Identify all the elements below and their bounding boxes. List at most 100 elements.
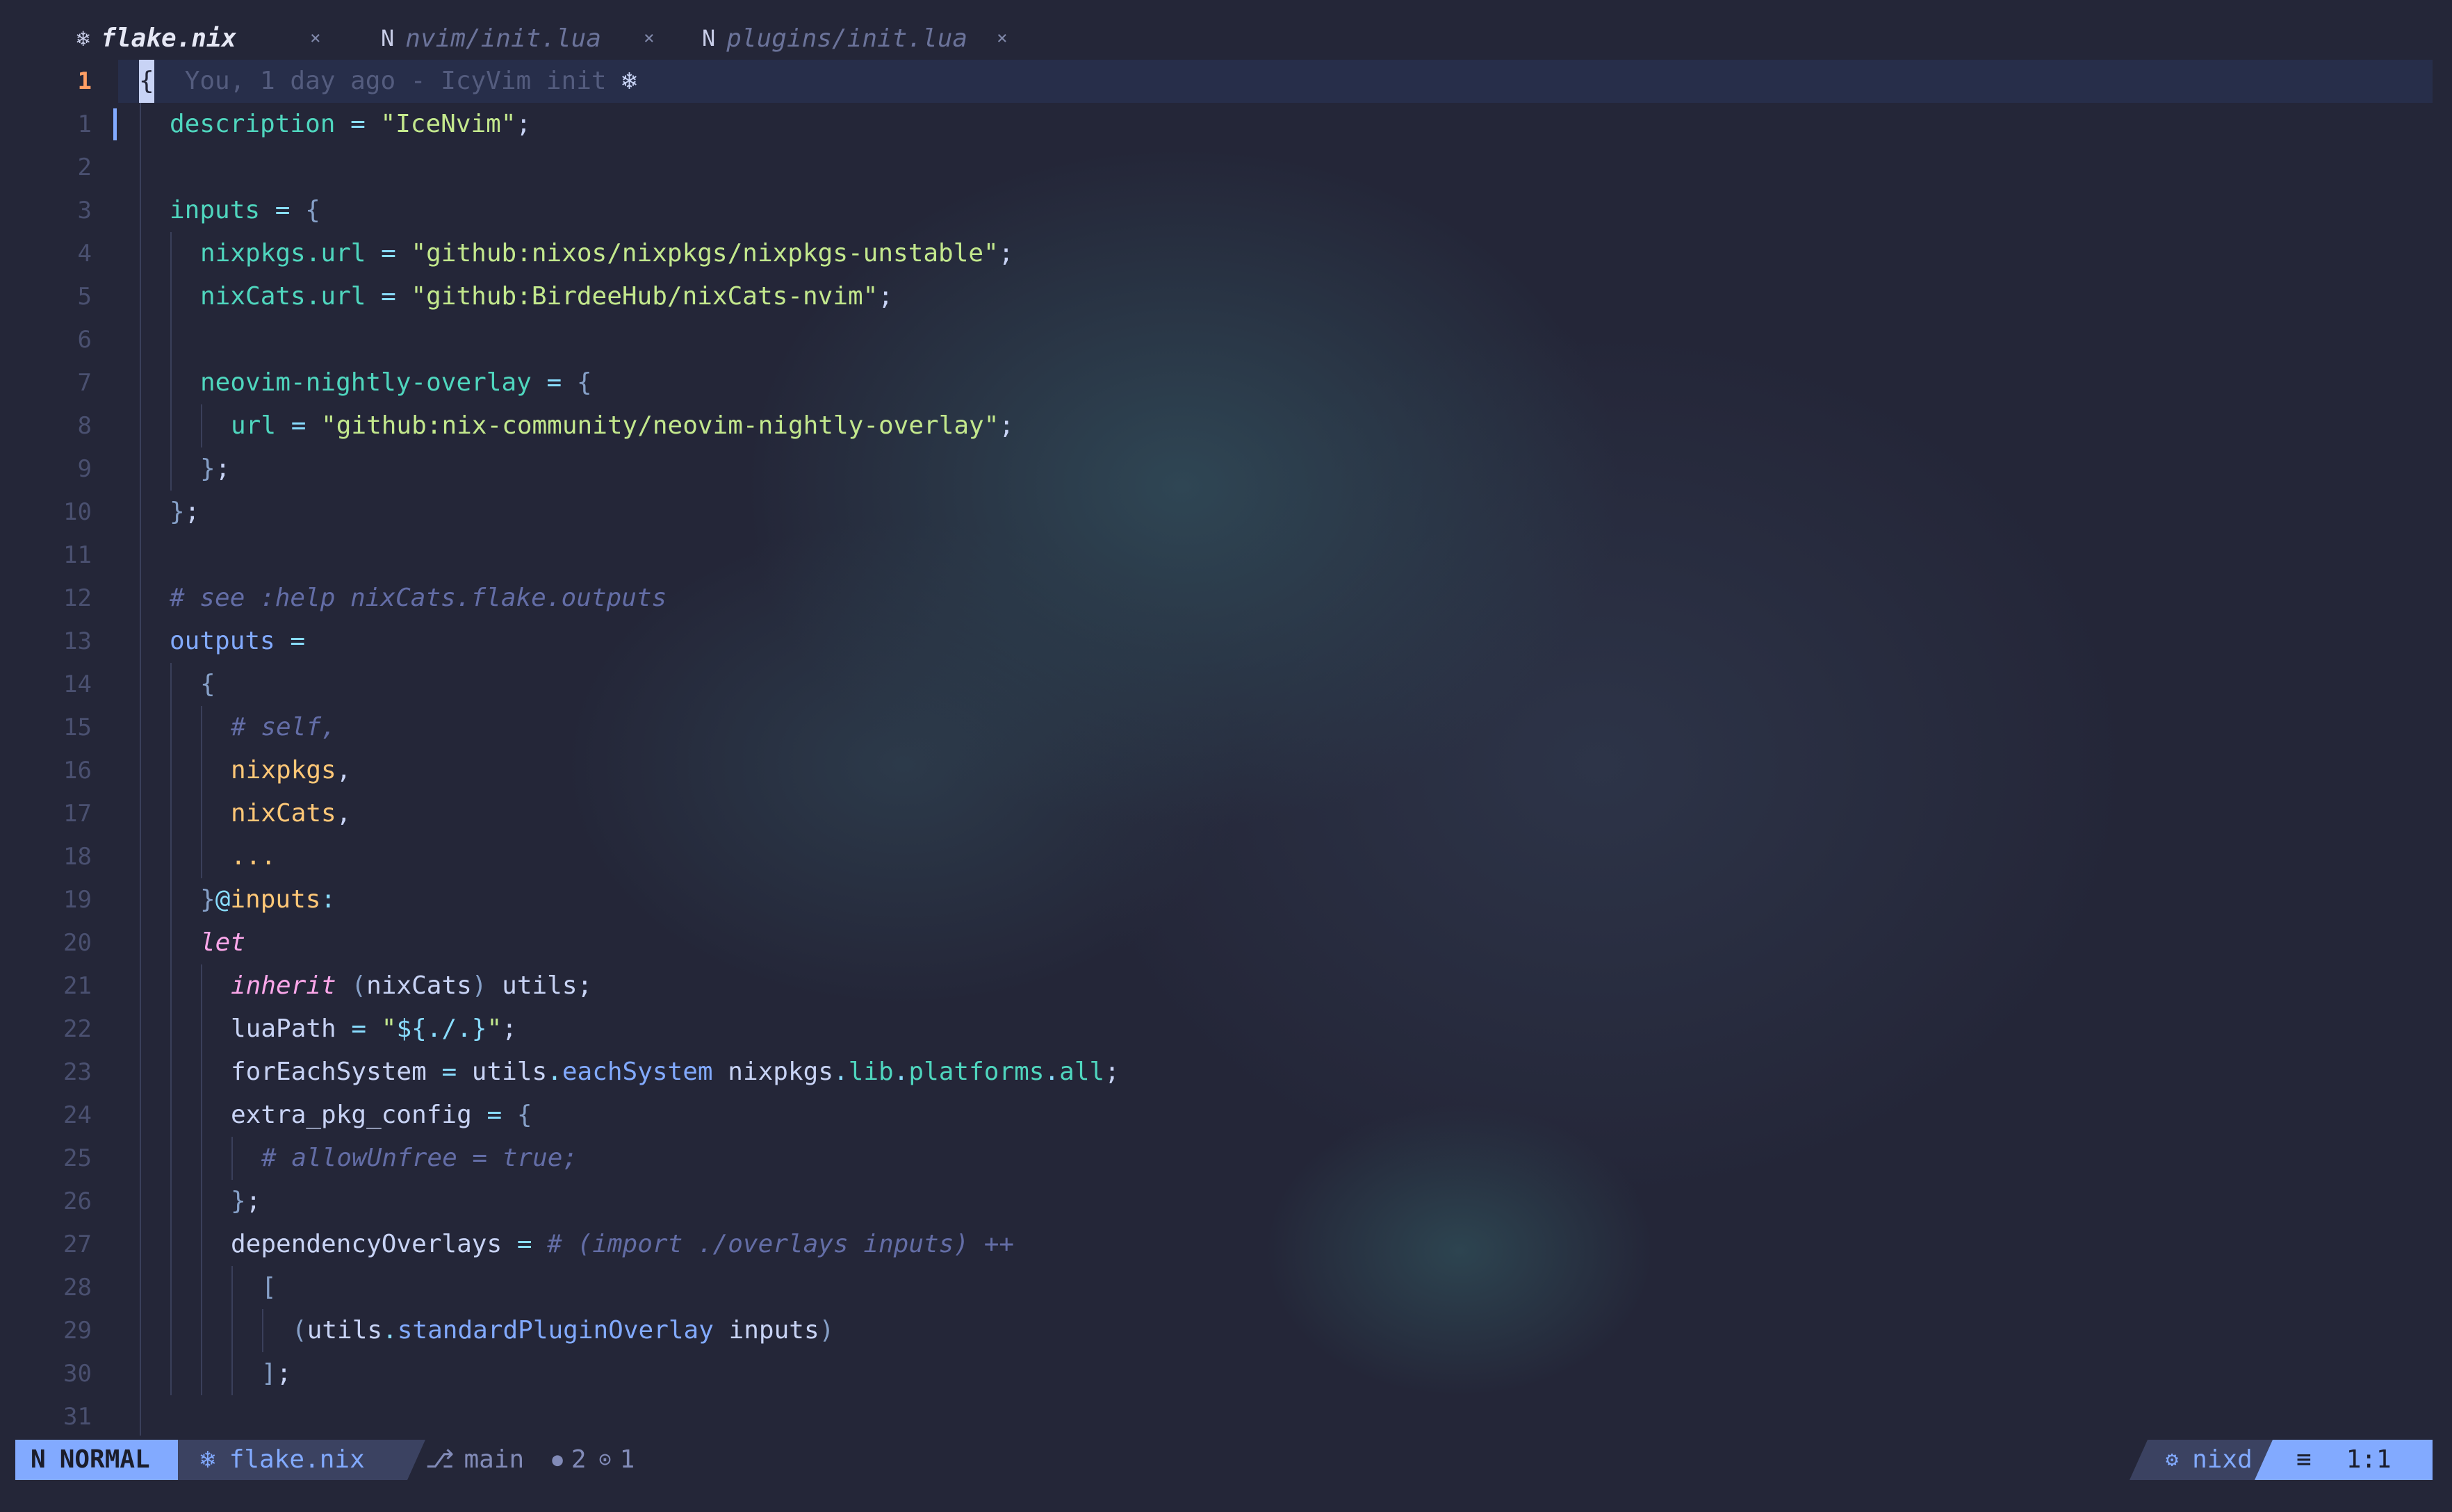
close-icon[interactable]: × — [644, 28, 655, 49]
code-text: ]; — [261, 1352, 291, 1395]
close-icon[interactable]: × — [310, 28, 321, 49]
code-line[interactable]: 3 inputs = { — [0, 189, 2452, 232]
line-number: 3 — [77, 197, 92, 224]
code-token: nixpkgs.url — [200, 239, 366, 268]
code-line[interactable]: 20 let — [0, 921, 2452, 964]
line-number: 8 — [77, 412, 92, 440]
code-line[interactable]: 12 # see :help nixCats.flake.outputs — [0, 577, 2452, 620]
code-line[interactable]: 17 nixCats, — [0, 792, 2452, 835]
code-line[interactable]: 24 extra_pkg_config = { — [0, 1094, 2452, 1137]
line-number: 2 — [77, 154, 92, 181]
code-line[interactable]: 26}; — [0, 1180, 2452, 1223]
code-text: # see :help nixCats.flake.outputs — [170, 577, 667, 620]
code-token: = — [366, 282, 411, 311]
code-text: }; — [170, 491, 199, 534]
code-line[interactable]: 16 nixpkgs, — [0, 749, 2452, 792]
tab-flake-nix[interactable]: ❄ flake.nix × — [76, 15, 321, 61]
code-line[interactable]: 30]; — [0, 1352, 2452, 1395]
code-line[interactable]: 15 # self, — [0, 706, 2452, 749]
code-line[interactable]: 8 url = "github:nix-community/neovim-nigh… — [0, 404, 2452, 447]
code-token: ) — [819, 1316, 835, 1345]
code-token: utils — [487, 971, 578, 1000]
lsp-icon: ⚙ — [2166, 1447, 2179, 1472]
code-line[interactable]: 13 outputs = — [0, 620, 2452, 663]
statusline-lsp: ⚙ nixd — [2130, 1440, 2273, 1480]
code-buffer[interactable]: 1 {You, 1 day ago - IcyVim init ❄ 1 descript… — [0, 60, 2452, 1436]
code-token: } — [170, 498, 185, 526]
code-token: . — [547, 1058, 562, 1086]
line-number: 30 — [63, 1360, 92, 1388]
line-number: 19 — [63, 886, 92, 914]
code-token: lib — [848, 1058, 894, 1086]
code-line[interactable]: 14 { — [0, 663, 2452, 706]
line-number: 15 — [63, 714, 92, 741]
code-token: ; — [998, 239, 1014, 268]
code-token: # (import ./overlays inputs) ++ — [547, 1230, 1015, 1258]
code-token: let — [200, 928, 246, 957]
line-number: 21 — [63, 972, 92, 1000]
line-number: 28 — [63, 1274, 92, 1301]
code-line[interactable]: 25 # allowUnfree = true; — [0, 1137, 2452, 1180]
neovim-icon: N — [31, 1445, 46, 1474]
code-text: nixpkgs, — [231, 749, 351, 792]
tab-plugins-init-lua[interactable]: N plugins/init.lua × — [702, 15, 1008, 61]
code-token: neovim-nightly-overlay — [200, 368, 532, 397]
code-line[interactable]: 6 — [0, 318, 2452, 361]
code-token: nixCats — [231, 799, 336, 828]
line-number: 16 — [63, 757, 92, 784]
snowflake-icon: ❄ — [200, 1445, 215, 1474]
code-token: = — [275, 627, 306, 655]
code-line[interactable]: 19}@inputs: — [0, 878, 2452, 921]
code-line[interactable]: 18... — [0, 835, 2452, 878]
code-token: all — [1059, 1058, 1105, 1086]
code-token: # allowUnfree = true; — [261, 1144, 578, 1172]
code-line[interactable]: 5 nixCats.url = "github:BirdeeHub/nixCats… — [0, 275, 2452, 318]
line-number: 29 — [63, 1317, 92, 1345]
code-line[interactable]: 10}; — [0, 491, 2452, 534]
line-number: 23 — [63, 1058, 92, 1086]
code-token: standardPluginOverlay — [397, 1316, 714, 1345]
code-token: . — [382, 1316, 398, 1345]
code-token: ; — [276, 1359, 292, 1388]
code-token: = — [426, 1058, 472, 1086]
line-number: 31 — [63, 1403, 92, 1431]
code-line[interactable]: 7 neovim-nightly-overlay = { — [0, 361, 2452, 404]
code-line[interactable]: 11 — [0, 534, 2452, 577]
code-line[interactable]: 21 inherit (nixCats) utils; — [0, 964, 2452, 1008]
line-number: 11 — [63, 541, 92, 569]
code-line[interactable]: 28 [ — [0, 1266, 2452, 1309]
indent-guide — [231, 1266, 233, 1395]
close-icon[interactable]: × — [997, 28, 1008, 49]
code-line[interactable]: 2 — [0, 146, 2452, 189]
code-token: ; — [502, 1014, 517, 1043]
code-token: . — [1044, 1058, 1060, 1086]
hint-icon: ● — [552, 1449, 563, 1470]
code-text: let — [200, 921, 245, 964]
code-line[interactable]: 27 dependencyOverlays = # (import ./overl… — [0, 1223, 2452, 1266]
code-line[interactable]: 23 forEachSystem = utils.eachSystem nixpk… — [0, 1051, 2452, 1094]
code-token: inherit — [231, 971, 336, 1000]
code-line[interactable]: 9}; — [0, 447, 2452, 491]
code-line[interactable]: 29 (utils.standardPluginOverlay inputs) — [0, 1309, 2452, 1352]
code-token: ; — [245, 1187, 261, 1215]
code-text: dependencyOverlays = # (import ./overlay… — [231, 1223, 1014, 1266]
git-blame-text: You, 1 day ago - IcyVim init — [184, 67, 607, 95]
code-text: }; — [200, 447, 230, 491]
indent-guide — [170, 663, 172, 1395]
code-line[interactable]: 1 {You, 1 day ago - IcyVim init ❄ — [0, 60, 2452, 103]
code-line[interactable]: 22 luaPath = "${./.}"; — [0, 1008, 2452, 1051]
code-token: "github:BirdeeHub/nixCats-nvim" — [411, 282, 878, 311]
line-number: 10 — [63, 498, 92, 526]
code-line[interactable]: 4 nixpkgs.url = "github:nixos/nixpkgs/nix… — [0, 232, 2452, 275]
code-line[interactable]: 31 — [0, 1395, 2452, 1436]
code-line[interactable]: 1 description = "IceNvim"; — [0, 103, 2452, 146]
indent-guide — [231, 1137, 233, 1180]
code-token: "github:nixos/nixpkgs/nixpkgs-unstable" — [411, 239, 999, 268]
code-text: ... — [231, 835, 276, 878]
code-text: description = "IceNvim"; — [170, 103, 531, 146]
tab-nvim-init-lua[interactable]: N nvim/init.lua × — [381, 15, 655, 61]
code-token: utils — [306, 1316, 383, 1345]
code-text: # self, — [231, 706, 336, 749]
code-text: [ — [261, 1266, 277, 1309]
code-text: neovim-nightly-overlay = { — [200, 361, 592, 404]
